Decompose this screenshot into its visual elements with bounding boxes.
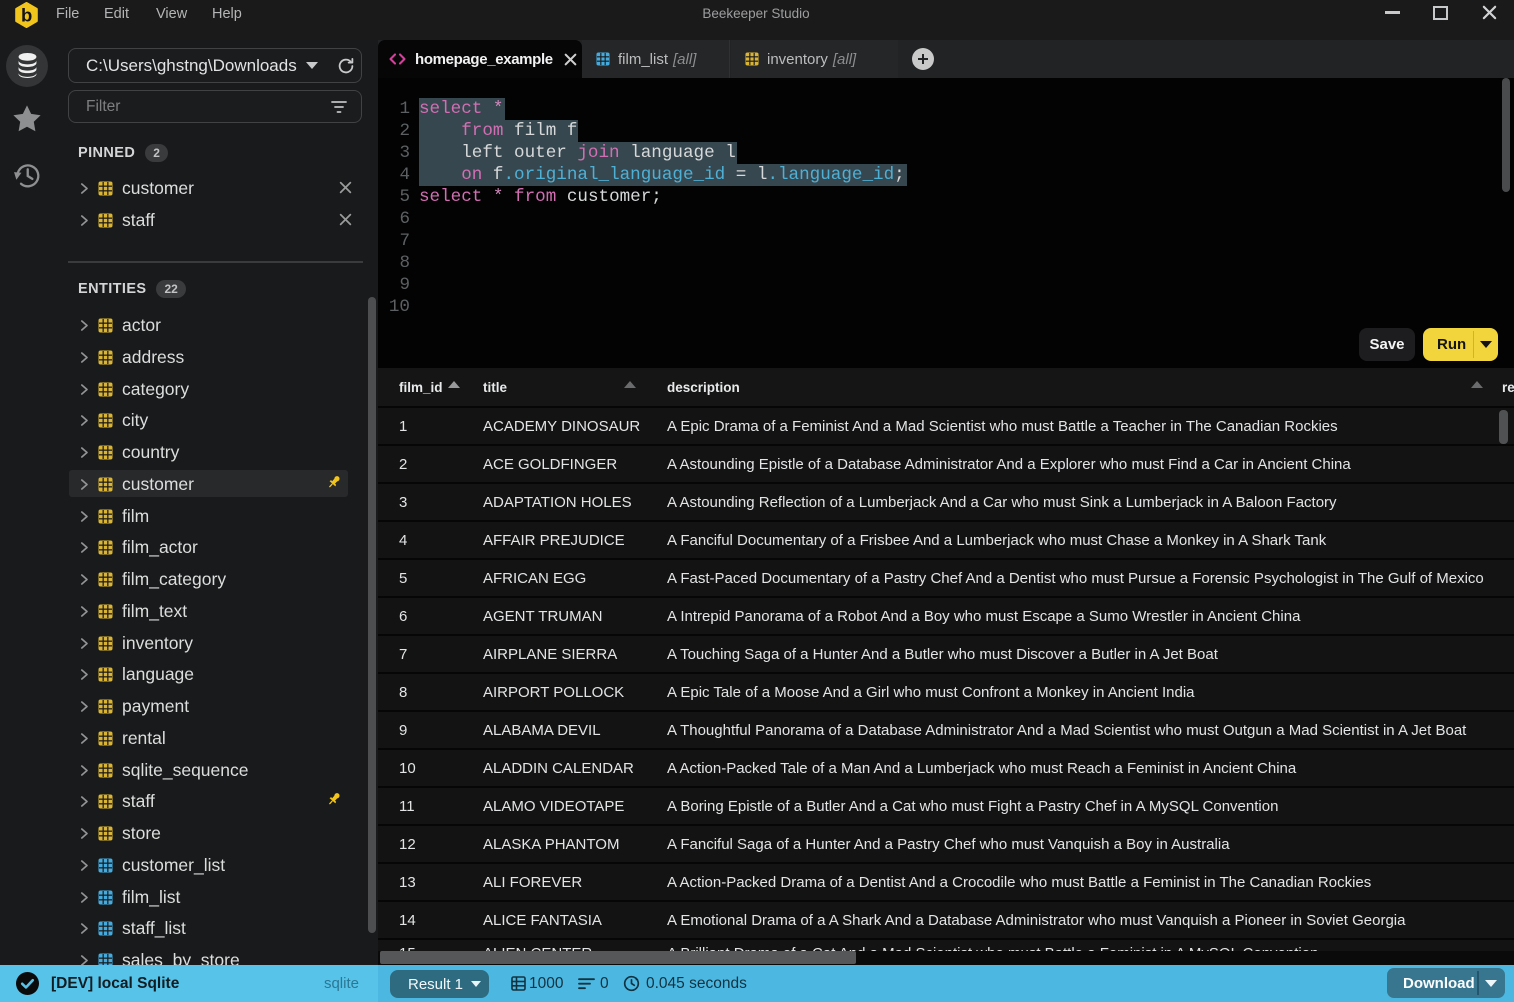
- svg-text:b: b: [21, 4, 32, 25]
